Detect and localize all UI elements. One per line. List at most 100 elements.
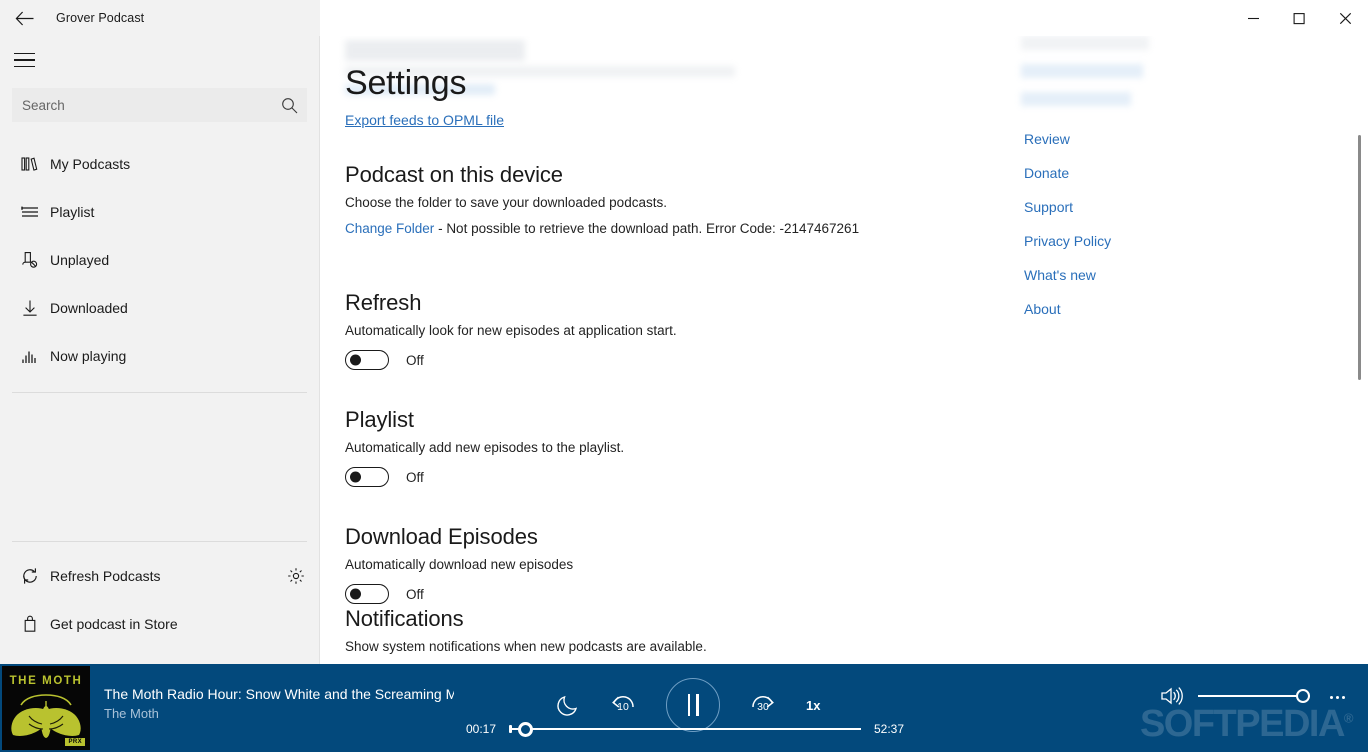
pause-icon [687, 694, 699, 716]
sidebar-item-refresh-podcasts[interactable]: Refresh Podcasts [0, 552, 319, 600]
link-review[interactable]: Review [1024, 131, 1111, 147]
rewind-amount-label: 10 [617, 701, 629, 713]
volume-track [1198, 695, 1310, 697]
sidebar-item-label: Get podcast in Store [50, 616, 178, 632]
settings-page: Settings Export feeds to OPML file Podca… [321, 36, 1368, 664]
refresh-icon [12, 567, 48, 585]
sidebar: My Podcasts Playlist [0, 36, 320, 664]
sidebar-item-label: Playlist [50, 204, 95, 220]
toggle-knob [350, 588, 361, 600]
playback-speed-button[interactable]: 1x [806, 698, 820, 713]
link-donate[interactable]: Donate [1024, 165, 1111, 181]
change-folder-row: Change Folder - Not possible to retrieve… [345, 221, 859, 236]
artwork-title: THE MOTH [9, 675, 83, 687]
change-folder-link[interactable]: Change Folder [345, 221, 434, 236]
download-episodes-toggle[interactable] [345, 584, 389, 604]
minimize-icon [1247, 17, 1259, 19]
sidebar-item-now-playing[interactable]: Now playing [0, 332, 319, 380]
scrollbar-thumb[interactable] [1358, 135, 1361, 380]
refresh-toggle-row: Off [345, 350, 677, 370]
main-content: Settings Export feeds to OPML file Podca… [321, 36, 1368, 664]
section-title: Playlist [345, 407, 414, 432]
seek-slider[interactable] [509, 720, 861, 738]
section-title: Refresh [345, 290, 422, 315]
playlist-toggle[interactable] [345, 467, 389, 487]
watermark-mark: ® [1343, 710, 1354, 726]
gear-icon [288, 568, 304, 584]
seek-track [509, 728, 861, 730]
refresh-toggle[interactable] [345, 350, 389, 370]
link-about[interactable]: About [1024, 301, 1111, 317]
track-title: The Moth Radio Hour: Snow White and the … [104, 686, 454, 702]
more-options-button[interactable] [1324, 686, 1350, 708]
folder-error-text: Not possible to retrieve the download pa… [446, 221, 860, 236]
player-bar: THE MOTH PRX The Moth Radio Hour: Snow W… [0, 664, 1368, 752]
now-playing-info: The Moth Radio Hour: Snow White and the … [104, 686, 454, 721]
toggle-knob [350, 471, 361, 483]
search-button[interactable] [271, 97, 307, 114]
softpedia-watermark: SOFTPEDIA® [1140, 703, 1354, 746]
search-box[interactable] [12, 88, 307, 122]
volume-icon[interactable] [1160, 685, 1184, 707]
title-bar-drag-region [320, 0, 1230, 36]
more-ellipsis-icon [1335, 695, 1339, 699]
section-description: Show system notifications when new podca… [345, 639, 707, 654]
back-button[interactable] [0, 0, 48, 36]
volume-slider[interactable] [1198, 688, 1310, 704]
playback-progress: 00:17 52:37 [466, 720, 904, 738]
section-description: Choose the folder to save your downloade… [345, 195, 667, 210]
maximize-button[interactable] [1276, 0, 1322, 36]
download-icon [12, 299, 48, 317]
sidebar-item-playlist[interactable]: Playlist [0, 188, 319, 236]
link-support[interactable]: Support [1024, 199, 1111, 215]
close-button[interactable] [1322, 0, 1368, 36]
sidebar-bottom-nav: Refresh Podcasts Get podcast in Store [0, 529, 319, 664]
section-notifications: Notifications Show system notifications … [345, 606, 707, 654]
seek-thumb[interactable] [518, 721, 534, 737]
search-container [0, 82, 319, 122]
search-input[interactable] [12, 97, 271, 113]
external-links-column: Review Donate Support Privacy Policy Wha… [1024, 131, 1111, 335]
volume-thumb[interactable] [1296, 689, 1310, 703]
forward-amount-label: 30 [757, 701, 769, 713]
section-podcast-on-this-device: Podcast on this device Choose the folder… [345, 162, 859, 236]
total-time: 52:37 [873, 722, 904, 736]
current-time: 00:17 [466, 722, 497, 736]
section-description: Automatically look for new episodes at a… [345, 323, 677, 338]
sidebar-item-unplayed[interactable]: Unplayed [0, 236, 319, 284]
folder-separator: - [434, 221, 447, 236]
track-author: The Moth [104, 706, 159, 721]
sidebar-item-my-podcasts[interactable]: My Podcasts [0, 140, 319, 188]
sidebar-item-get-podcast-in-store[interactable]: Get podcast in Store [0, 600, 319, 648]
maximize-icon [1293, 12, 1305, 24]
window-controls [1230, 0, 1368, 36]
sidebar-item-downloaded[interactable]: Downloaded [0, 284, 319, 332]
title-bar: Grover Podcast [0, 0, 1368, 36]
forward-30-button[interactable]: 30 [746, 688, 780, 722]
album-artwork: THE MOTH PRX [2, 666, 90, 750]
hamburger-icon-bar [13, 65, 35, 68]
page-title: Settings [345, 64, 467, 102]
sidebar-bottom-divider [12, 541, 307, 542]
sidebar-item-label: Now playing [50, 348, 127, 364]
close-icon [1339, 12, 1351, 24]
more-ellipsis-icon [1341, 695, 1345, 699]
artwork-badge: PRX [65, 738, 85, 746]
link-whats-new[interactable]: What's new [1024, 267, 1111, 283]
sleep-timer-button[interactable] [556, 693, 580, 717]
minimize-button[interactable] [1230, 0, 1276, 36]
section-playlist: Playlist Automatically add new episodes … [345, 407, 624, 487]
section-description: Automatically add new episodes to the pl… [345, 440, 625, 455]
hamburger-menu-button[interactable] [0, 38, 48, 82]
playlist-icon [12, 205, 48, 219]
settings-gear-button[interactable] [273, 567, 319, 585]
link-privacy-policy[interactable]: Privacy Policy [1024, 233, 1111, 249]
sidebar-item-label: Unplayed [50, 252, 110, 268]
volume-control [1160, 685, 1310, 707]
export-opml-link[interactable]: Export feeds to OPML file [345, 112, 504, 128]
rewind-10-button[interactable]: 10 [606, 688, 640, 722]
window-title: Grover Podcast [56, 11, 145, 25]
content-scrollbar[interactable] [1352, 36, 1368, 664]
section-title: Notifications [345, 606, 464, 631]
